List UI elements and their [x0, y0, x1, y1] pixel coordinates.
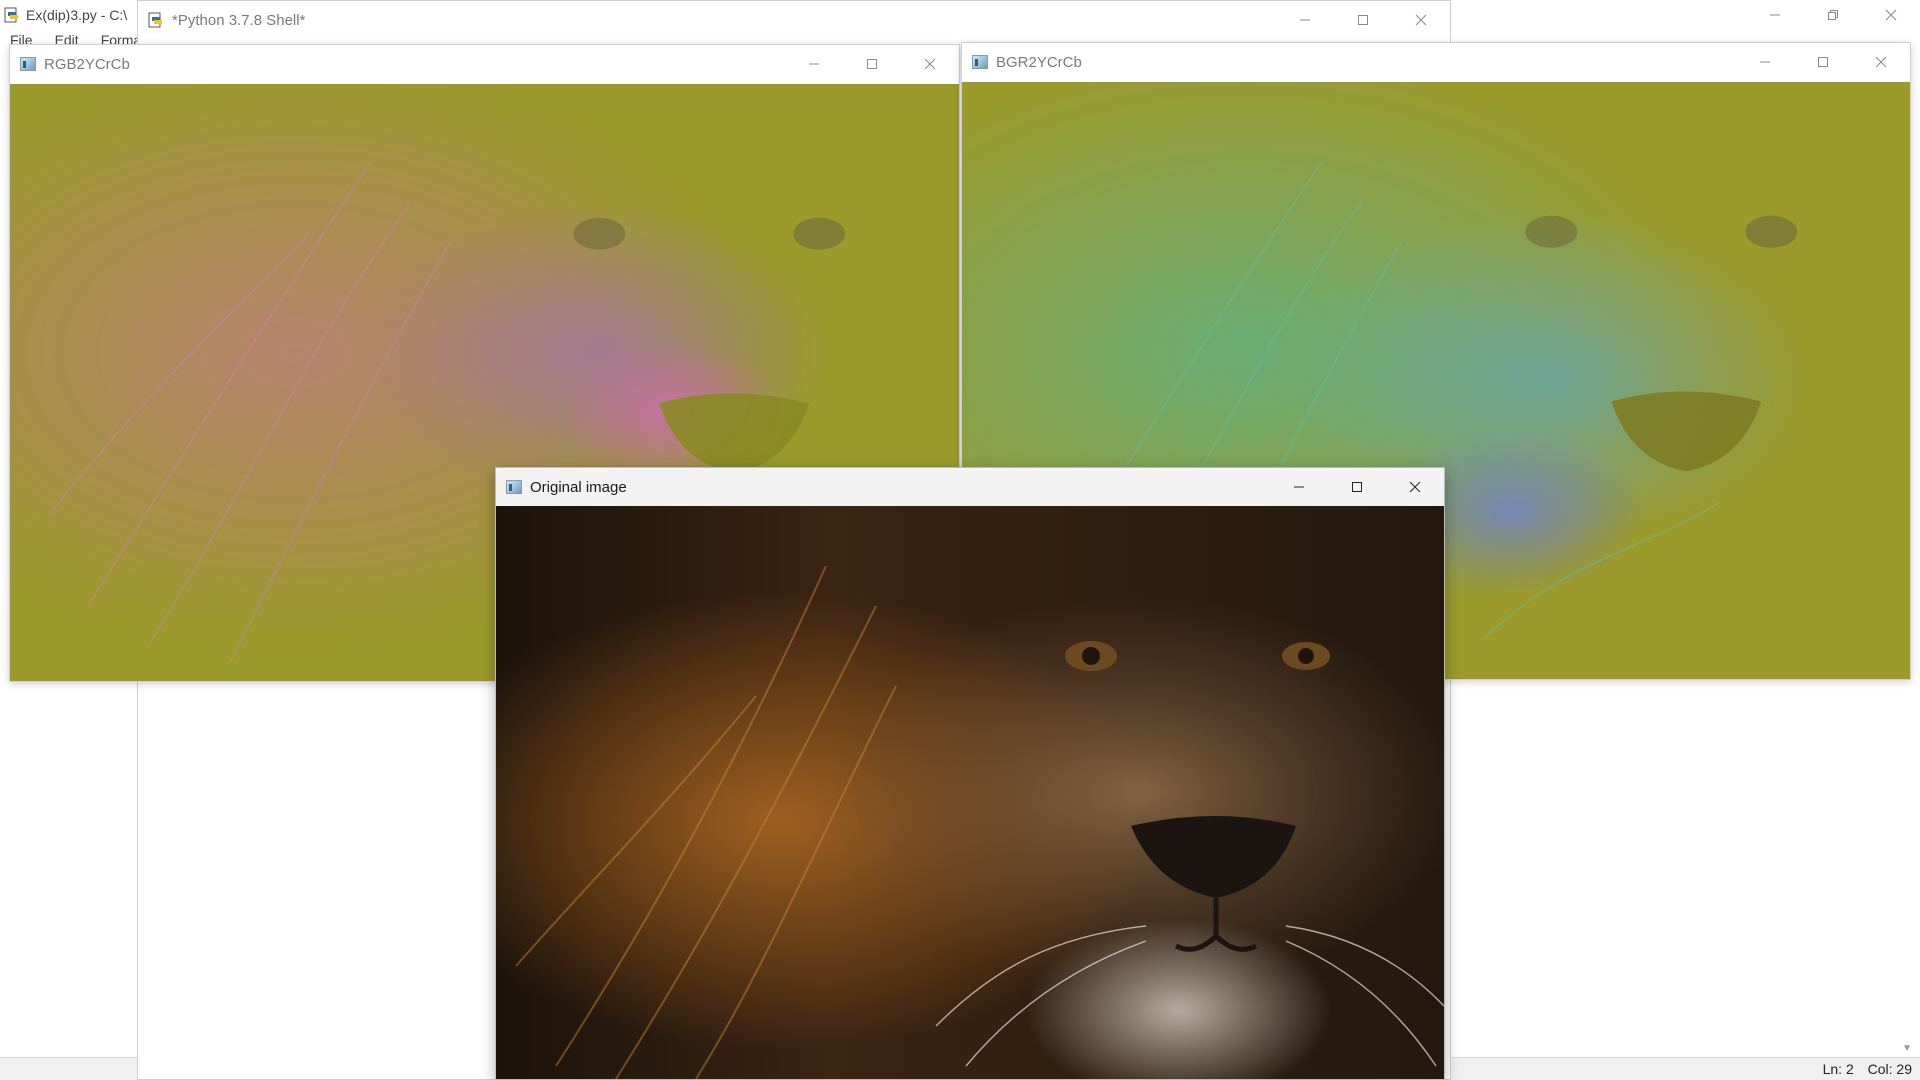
shell-title: *Python 3.7.8 Shell*	[172, 11, 306, 29]
editor-title: Ex(dip)3.py - C:\	[26, 7, 128, 23]
close-icon	[1875, 56, 1887, 68]
bgr-minimize-button[interactable]	[1736, 43, 1794, 81]
opencv-window-icon	[506, 480, 522, 494]
opencv-window-icon	[20, 57, 36, 71]
shell-close-button[interactable]	[1392, 1, 1450, 39]
shell-minimize-button[interactable]	[1276, 1, 1334, 39]
original-image-titlebar[interactable]: Original image	[496, 468, 1444, 506]
close-icon	[1409, 481, 1421, 493]
bgr2ycrcb-title: BGR2YCrCb	[996, 53, 1082, 71]
shell-maximize-button[interactable]	[1334, 1, 1392, 39]
editor-minimize-button[interactable]	[1746, 0, 1804, 30]
bgr-maximize-button[interactable]	[1794, 43, 1852, 81]
minimize-icon	[1294, 486, 1304, 488]
maximize-icon	[1352, 482, 1362, 492]
editor-restore-button[interactable]	[1804, 0, 1862, 30]
restore-icon	[1828, 10, 1838, 20]
python-shell-icon	[148, 12, 162, 28]
original-minimize-button[interactable]	[1270, 468, 1328, 506]
close-icon	[1415, 14, 1427, 26]
column-number: Col: 29	[1867, 1061, 1912, 1077]
rgb-close-button[interactable]	[901, 45, 959, 83]
maximize-icon	[1818, 57, 1828, 67]
line-number: Ln: 2	[1822, 1061, 1854, 1077]
close-icon	[1885, 9, 1897, 21]
original-image-window: Original image	[495, 467, 1445, 1080]
original-maximize-button[interactable]	[1328, 468, 1386, 506]
minimize-icon	[1760, 61, 1770, 63]
maximize-icon	[1358, 15, 1368, 25]
scroll-down-arrow[interactable]: ▼	[1902, 1043, 1912, 1054]
original-image-title: Original image	[530, 478, 627, 496]
rgb2ycrcb-titlebar[interactable]: RGB2YCrCb	[10, 45, 959, 83]
minimize-icon	[809, 63, 819, 65]
bgr2ycrcb-titlebar[interactable]: BGR2YCrCb	[962, 43, 1910, 81]
shell-titlebar[interactable]: *Python 3.7.8 Shell*	[138, 1, 1450, 39]
python-file-icon	[4, 7, 18, 23]
original-lion-image	[496, 506, 1444, 1079]
rgb2ycrcb-title: RGB2YCrCb	[44, 55, 130, 73]
rgb-minimize-button[interactable]	[785, 45, 843, 83]
editor-close-button[interactable]	[1862, 0, 1920, 30]
rgb-maximize-button[interactable]	[843, 45, 901, 83]
close-icon	[924, 58, 936, 70]
maximize-icon	[867, 59, 877, 69]
minimize-icon	[1300, 19, 1310, 21]
opencv-window-icon	[972, 55, 988, 69]
minimize-icon	[1770, 14, 1780, 16]
original-close-button[interactable]	[1386, 468, 1444, 506]
bgr-close-button[interactable]	[1852, 43, 1910, 81]
